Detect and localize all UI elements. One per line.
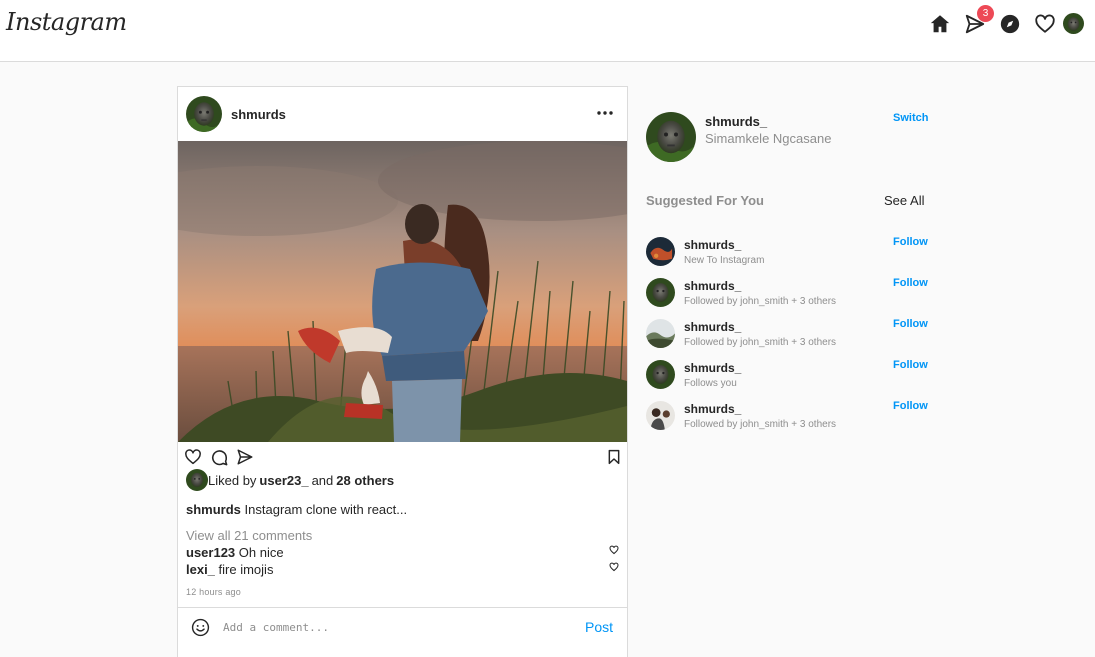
liked-by-user[interactable]: user23_ xyxy=(259,473,308,488)
post-comment-button[interactable]: Post xyxy=(585,619,613,635)
bookmark-icon[interactable] xyxy=(604,447,624,467)
post-photo[interactable] xyxy=(178,141,627,442)
follow-button[interactable]: Follow xyxy=(893,277,928,289)
suggestion-avatar[interactable] xyxy=(646,319,675,348)
suggested-heading: Suggested For You xyxy=(646,193,764,208)
suggestion-item: shmurds_ Follows you Follow xyxy=(646,359,928,391)
suggestion-subtitle: Followed by john_smith + 3 others xyxy=(684,419,837,430)
suggestion-username[interactable]: shmurds_ xyxy=(684,279,741,293)
profile-avatar[interactable] xyxy=(1063,13,1084,34)
comment-username[interactable]: user123 xyxy=(186,545,235,560)
comment-like-heart-icon[interactable] xyxy=(609,559,619,572)
comment-bubble-icon[interactable] xyxy=(209,447,229,467)
post-timestamp: 12 hours ago xyxy=(186,587,241,597)
follow-button[interactable]: Follow xyxy=(893,236,928,248)
add-comment-bar: Post xyxy=(178,607,627,647)
comment-item: user123 Oh nice xyxy=(186,545,284,560)
suggestion-username[interactable]: shmurds_ xyxy=(684,320,741,334)
sidebar-full-name: Simamkele Ngcasane xyxy=(705,131,832,146)
home-icon[interactable] xyxy=(929,13,951,35)
suggestion-item: shmurds_ Followed by john_smith + 3 othe… xyxy=(646,400,928,432)
share-icon[interactable] xyxy=(235,447,255,467)
suggestion-avatar[interactable] xyxy=(646,360,675,389)
comment-like-heart-icon[interactable] xyxy=(609,542,619,555)
post-caption: shmurds Instagram clone with react... xyxy=(186,502,407,517)
top-navbar: Instagram 3 xyxy=(0,0,1095,62)
follow-button[interactable]: Follow xyxy=(893,359,928,371)
suggestion-avatar[interactable] xyxy=(646,237,675,266)
sidebar-username[interactable]: shmurds_ xyxy=(705,114,767,129)
liked-by-label: Liked by xyxy=(208,472,257,488)
likes-summary: Liked by user23_ and 28 others xyxy=(186,469,397,491)
suggestion-username[interactable]: shmurds_ xyxy=(684,402,741,416)
comment-text: fire imojis xyxy=(218,562,274,577)
heart-icon[interactable] xyxy=(1034,13,1056,35)
comment-text: Oh nice xyxy=(238,545,284,560)
caption-username[interactable]: shmurds xyxy=(186,502,241,517)
suggestion-subtitle: Followed by john_smith + 3 others xyxy=(684,296,837,307)
emoji-smiley-icon[interactable] xyxy=(191,618,210,637)
suggestion-username[interactable]: shmurds_ xyxy=(684,361,741,375)
suggestion-subtitle: New To Instagram xyxy=(684,255,765,266)
suggestion-item: shmurds_ New To Instagram Follow xyxy=(646,236,928,268)
follow-button[interactable]: Follow xyxy=(893,400,928,412)
suggestion-username[interactable]: shmurds_ xyxy=(684,238,741,252)
comment-input[interactable] xyxy=(223,616,563,638)
instagram-logo[interactable]: Instagram xyxy=(6,8,127,36)
explore-icon[interactable] xyxy=(999,13,1021,35)
messages-badge: 3 xyxy=(977,5,994,22)
suggestion-subtitle: Follows you xyxy=(684,378,737,389)
post-author-username[interactable]: shmurds xyxy=(231,107,286,122)
more-options-icon[interactable] xyxy=(596,104,614,122)
suggestion-subtitle: Followed by john_smith + 3 others xyxy=(684,337,837,348)
post-author-avatar[interactable] xyxy=(186,96,222,132)
comment-username[interactable]: lexi_ xyxy=(186,562,215,577)
suggestion-avatar[interactable] xyxy=(646,401,675,430)
liked-by-others[interactable]: 28 others xyxy=(336,473,394,488)
like-heart-icon[interactable] xyxy=(183,447,203,467)
sidebar-profile-avatar[interactable] xyxy=(646,112,696,162)
suggestion-item: shmurds_ Followed by john_smith + 3 othe… xyxy=(646,318,928,350)
switch-account-button[interactable]: Switch xyxy=(893,112,928,124)
view-all-comments-link[interactable]: View all 21 comments xyxy=(186,528,312,543)
follow-button[interactable]: Follow xyxy=(893,318,928,330)
post-header: shmurds xyxy=(178,87,627,141)
comment-item: lexi_ fire imojis xyxy=(186,562,273,577)
see-all-link[interactable]: See All xyxy=(884,193,924,208)
liker-avatar[interactable] xyxy=(186,469,208,491)
suggestion-avatar[interactable] xyxy=(646,278,675,307)
post-actions xyxy=(178,447,627,469)
suggestion-item: shmurds_ Followed by john_smith + 3 othe… xyxy=(646,277,928,309)
post-card: shmurds Liked by user23_ and 28 others s… xyxy=(177,86,628,657)
caption-text: Instagram clone with react... xyxy=(244,502,408,517)
liked-by-and: and xyxy=(311,472,334,488)
